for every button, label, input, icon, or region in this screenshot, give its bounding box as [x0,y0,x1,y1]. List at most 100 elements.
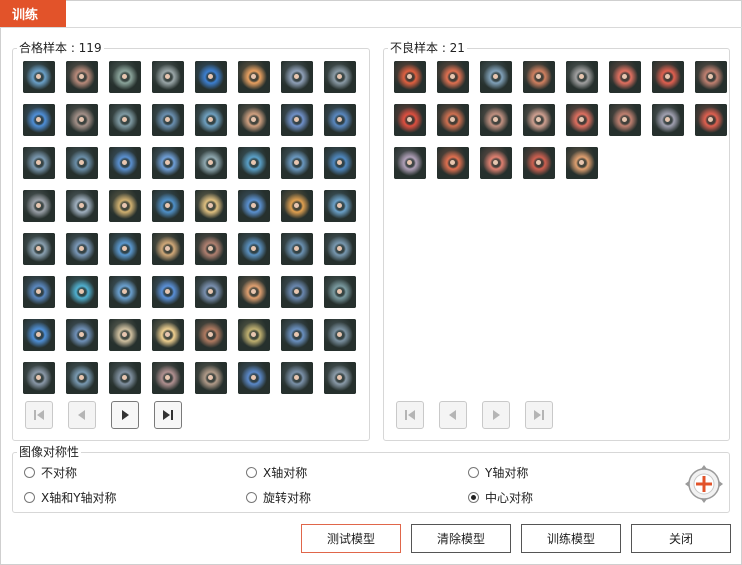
bad-sample-thumbnail[interactable] [394,104,426,136]
good-sample-thumbnail[interactable] [66,319,98,351]
good-sample-thumbnail[interactable] [109,362,141,394]
good-sample-thumbnail[interactable] [23,104,55,136]
good-sample-thumbnail[interactable] [152,104,184,136]
good-sample-thumbnail[interactable] [152,190,184,222]
good-sample-thumbnail[interactable] [109,104,141,136]
radio-y-axis[interactable]: Y轴对称 [468,464,528,481]
bad-sample-thumbnail[interactable] [437,147,469,179]
good-sample-thumbnail[interactable] [281,61,313,93]
good-sample-thumbnail[interactable] [109,276,141,308]
good-last-page-button[interactable] [154,401,182,429]
good-sample-thumbnail[interactable] [324,61,356,93]
good-sample-thumbnail[interactable] [324,362,356,394]
good-sample-thumbnail[interactable] [109,233,141,265]
bad-sample-thumbnail[interactable] [566,104,598,136]
bad-prev-page-button[interactable] [439,401,467,429]
bad-sample-thumbnail[interactable] [480,61,512,93]
bad-sample-thumbnail[interactable] [695,104,727,136]
good-prev-page-button[interactable] [68,401,96,429]
good-sample-thumbnail[interactable] [324,233,356,265]
good-sample-thumbnail[interactable] [281,362,313,394]
radio-rotational[interactable]: 旋转对称 [246,489,311,506]
good-sample-thumbnail[interactable] [152,319,184,351]
good-sample-thumbnail[interactable] [281,104,313,136]
bad-sample-thumbnail[interactable] [652,104,684,136]
good-sample-thumbnail[interactable] [238,190,270,222]
bad-sample-thumbnail[interactable] [394,61,426,93]
bad-sample-thumbnail[interactable] [480,147,512,179]
good-sample-thumbnail[interactable] [238,362,270,394]
good-sample-thumbnail[interactable] [238,147,270,179]
bad-first-page-button[interactable] [396,401,424,429]
bad-sample-thumbnail[interactable] [695,61,727,93]
bad-sample-thumbnail[interactable] [480,104,512,136]
bad-sample-thumbnail[interactable] [652,61,684,93]
bad-sample-thumbnail[interactable] [437,61,469,93]
good-sample-thumbnail[interactable] [23,362,55,394]
radio-central[interactable]: 中心对称 [468,489,533,506]
good-sample-thumbnail[interactable] [109,147,141,179]
good-sample-thumbnail[interactable] [281,319,313,351]
good-sample-thumbnail[interactable] [281,276,313,308]
bad-sample-thumbnail[interactable] [566,147,598,179]
good-sample-thumbnail[interactable] [66,233,98,265]
good-sample-thumbnail[interactable] [23,61,55,93]
good-sample-thumbnail[interactable] [152,276,184,308]
clear-model-button[interactable]: 清除模型 [411,524,511,553]
good-sample-thumbnail[interactable] [324,104,356,136]
radio-x-axis[interactable]: X轴对称 [246,464,307,481]
bad-sample-thumbnail[interactable] [609,61,641,93]
good-sample-thumbnail[interactable] [23,190,55,222]
good-sample-thumbnail[interactable] [23,147,55,179]
good-sample-thumbnail[interactable] [109,190,141,222]
good-sample-thumbnail[interactable] [281,233,313,265]
good-sample-thumbnail[interactable] [195,61,227,93]
bad-sample-thumbnail[interactable] [609,104,641,136]
bad-sample-thumbnail[interactable] [437,104,469,136]
good-sample-thumbnail[interactable] [23,319,55,351]
good-sample-thumbnail[interactable] [195,147,227,179]
good-sample-thumbnail[interactable] [109,319,141,351]
bad-sample-thumbnail[interactable] [523,147,555,179]
good-sample-thumbnail[interactable] [66,104,98,136]
good-sample-thumbnail[interactable] [195,276,227,308]
good-sample-thumbnail[interactable] [66,147,98,179]
bad-sample-thumbnail[interactable] [523,104,555,136]
good-sample-thumbnail[interactable] [23,233,55,265]
good-sample-thumbnail[interactable] [238,319,270,351]
good-first-page-button[interactable] [25,401,53,429]
good-sample-thumbnail[interactable] [152,233,184,265]
good-sample-thumbnail[interactable] [109,61,141,93]
good-sample-thumbnail[interactable] [324,190,356,222]
good-sample-thumbnail[interactable] [23,276,55,308]
close-button[interactable]: 关闭 [631,524,731,553]
good-sample-thumbnail[interactable] [281,190,313,222]
good-sample-thumbnail[interactable] [195,319,227,351]
center-target-icon[interactable] [684,464,724,504]
radio-xy-axis[interactable]: X轴和Y轴对称 [24,489,117,506]
bad-next-page-button[interactable] [482,401,510,429]
good-sample-thumbnail[interactable] [238,233,270,265]
good-sample-thumbnail[interactable] [195,233,227,265]
good-sample-thumbnail[interactable] [324,319,356,351]
good-sample-thumbnail[interactable] [238,276,270,308]
train-model-button[interactable]: 训练模型 [521,524,621,553]
good-sample-thumbnail[interactable] [195,104,227,136]
good-sample-thumbnail[interactable] [281,147,313,179]
good-sample-thumbnail[interactable] [324,147,356,179]
bad-sample-thumbnail[interactable] [523,61,555,93]
good-sample-thumbnail[interactable] [195,190,227,222]
good-sample-thumbnail[interactable] [66,362,98,394]
bad-last-page-button[interactable] [525,401,553,429]
good-sample-thumbnail[interactable] [195,362,227,394]
good-sample-thumbnail[interactable] [152,362,184,394]
good-sample-thumbnail[interactable] [66,276,98,308]
bad-sample-thumbnail[interactable] [566,61,598,93]
good-sample-thumbnail[interactable] [66,190,98,222]
good-sample-thumbnail[interactable] [238,104,270,136]
bad-sample-thumbnail[interactable] [394,147,426,179]
good-sample-thumbnail[interactable] [152,61,184,93]
good-sample-thumbnail[interactable] [66,61,98,93]
good-next-page-button[interactable] [111,401,139,429]
good-sample-thumbnail[interactable] [152,147,184,179]
